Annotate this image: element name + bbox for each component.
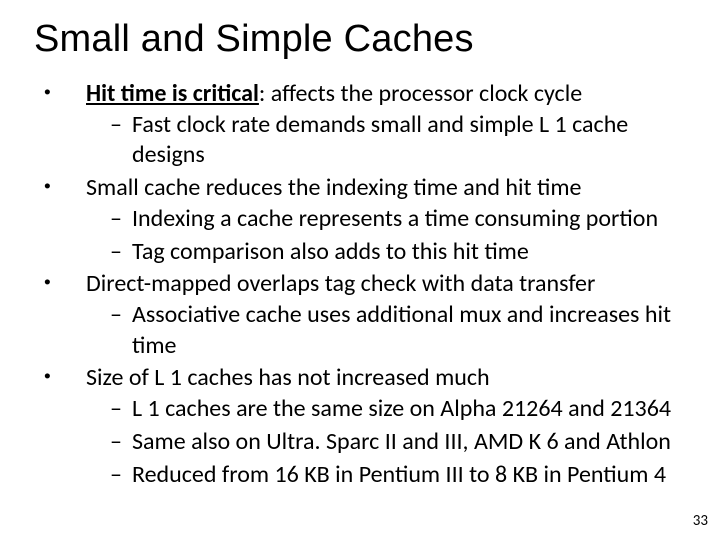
bullet-text: : affects the processor clock cycle [259,79,582,108]
bullet-list: Hit time is critical: affects the proces… [34,79,700,490]
bullet-text: Size of L 1 caches has not increased muc… [86,363,490,392]
sub-bullet-item: Reduced from 16 KB in Pentium III to 8 K… [110,460,700,491]
bullet-text: Small cache reduces the indexing time an… [86,173,582,202]
bullet-item: Size of L 1 caches has not increased muc… [62,363,700,490]
sub-bullet-item: Fast clock rate demands small and simple… [110,110,700,171]
sub-bullet-item: Same also on Ultra. Sparc II and III, AM… [110,427,700,458]
sub-bullet-item: Indexing a cache represents a time consu… [110,204,700,235]
bullet-item: Small cache reduces the indexing time an… [62,173,700,267]
sub-list: Associative cache uses additional mux an… [86,300,700,361]
sub-bullet-item: Tag comparison also adds to this hit tim… [110,237,700,268]
sub-list: Indexing a cache represents a time consu… [86,204,700,267]
sub-bullet-item: L 1 caches are the same size on Alpha 21… [110,394,700,425]
sub-bullet-item: Associative cache uses additional mux an… [110,300,700,361]
bullet-item: Direct-mapped overlaps tag check with da… [62,269,700,361]
slide: Small and Simple Caches Hit time is crit… [0,0,720,540]
bullet-text: Hit time is critical [86,79,259,108]
page-number: 33 [693,512,708,530]
bullet-item: Hit time is critical: affects the proces… [62,79,700,171]
sub-list: Fast clock rate demands small and simple… [86,110,700,171]
sub-list: L 1 caches are the same size on Alpha 21… [86,394,700,490]
slide-title: Small and Simple Caches [34,18,700,61]
bullet-text: Direct-mapped overlaps tag check with da… [86,269,595,298]
